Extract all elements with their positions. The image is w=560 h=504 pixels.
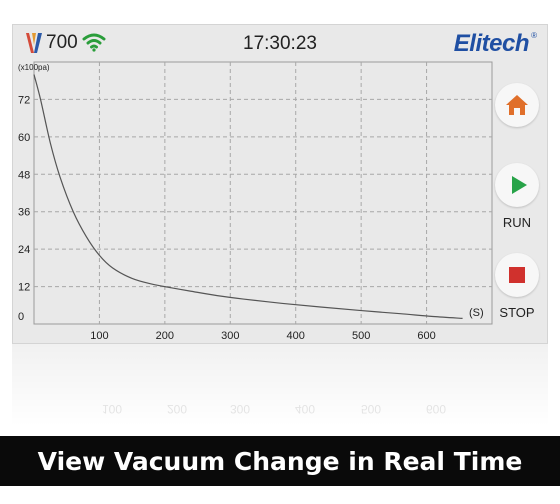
vacuum-series-line xyxy=(33,74,463,319)
reading-value: 700 xyxy=(46,32,78,53)
x-tick-label: 100 xyxy=(90,330,108,342)
x-axis-ticks: 100 200 300 400 500 600 xyxy=(90,330,436,342)
play-icon xyxy=(512,176,527,194)
reflection-tick-100: 100 xyxy=(102,402,123,416)
caption-text: View Vacuum Change in Real Time xyxy=(37,447,523,476)
y-tick-label: 72 xyxy=(18,94,30,106)
brand-logo: Elitech xyxy=(453,30,530,57)
y-tick-label: 36 xyxy=(18,207,30,219)
status-bar: 700 17:30:23 Elitech ® xyxy=(13,25,547,61)
home-icon xyxy=(506,95,528,115)
y-tick-label: 0 xyxy=(18,311,24,323)
stop-button[interactable] xyxy=(495,253,539,297)
plot-frame xyxy=(33,61,493,325)
x-tick-label: 600 xyxy=(417,330,435,342)
stop-icon xyxy=(509,267,525,283)
x-tick-label: 200 xyxy=(156,330,174,342)
x-tick-label: 400 xyxy=(287,330,305,342)
y-tick-label: 60 xyxy=(18,132,30,144)
device-screen: 700 17:30:23 Elitech ® 0 12 24 36 48 60 72 100… xyxy=(12,24,548,344)
home-button[interactable] xyxy=(495,83,539,127)
y-tick-label: 24 xyxy=(18,244,30,256)
reflection-tick-500: 500 xyxy=(361,402,382,416)
reflection-tick-200: 200 xyxy=(167,402,188,416)
y-tick-label: 48 xyxy=(18,169,30,181)
reflection-tick-400: 400 xyxy=(295,402,316,416)
screen-reflection: 100 200 300 400 500 600 xyxy=(12,344,548,424)
wifi-icon xyxy=(82,33,106,52)
brand-registered-mark: ® xyxy=(531,31,537,40)
x-axis-unit-label: (S) xyxy=(469,307,484,319)
reflection-tick-300: 300 xyxy=(230,402,251,416)
caption-banner: View Vacuum Change in Real Time xyxy=(0,436,560,486)
gauge-logo-icon xyxy=(26,33,42,53)
stop-label[interactable]: STOP xyxy=(487,305,547,320)
vacuum-line-chart: 0 12 24 36 48 60 72 100 200 300 400 500 600 (x100pa… xyxy=(18,61,493,342)
reflection-tick-600: 600 xyxy=(426,402,447,416)
x-tick-label: 500 xyxy=(352,330,370,342)
chart-grid xyxy=(34,62,492,324)
y-axis-unit-label: (x100pa) xyxy=(18,63,50,72)
y-axis-ticks: 0 12 24 36 48 60 72 xyxy=(18,94,30,323)
run-button[interactable] xyxy=(495,163,539,207)
run-label[interactable]: RUN xyxy=(487,215,547,230)
x-tick-label: 300 xyxy=(221,330,239,342)
y-tick-label: 12 xyxy=(18,282,30,294)
